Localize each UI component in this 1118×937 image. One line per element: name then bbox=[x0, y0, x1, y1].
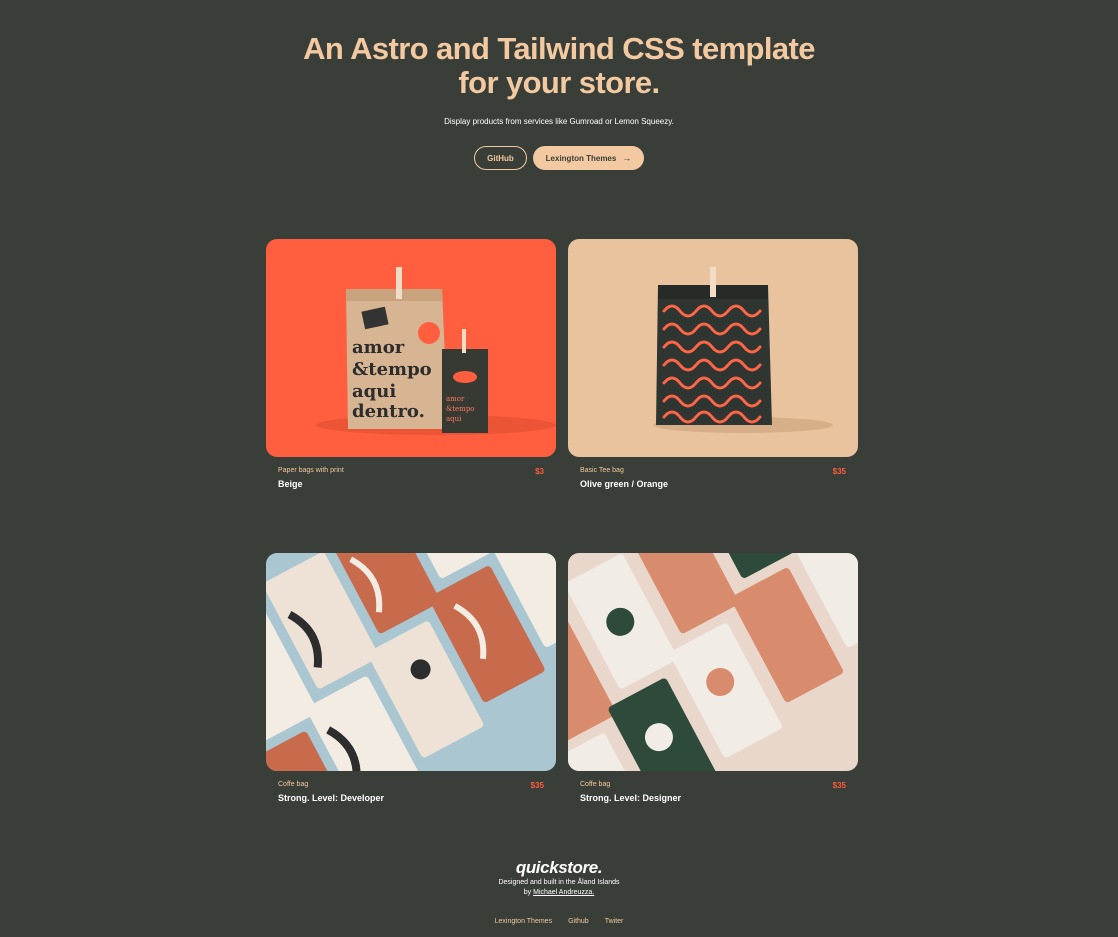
svg-text:aqui: aqui bbox=[352, 381, 396, 402]
product-price: $35 bbox=[832, 781, 846, 790]
svg-text:dentro.: dentro. bbox=[352, 401, 425, 422]
footer-author-line: by Michael Andreuzza. bbox=[0, 888, 1118, 898]
hero-buttons: GitHub Lexington Themes → bbox=[0, 146, 1118, 170]
svg-text:&tempo: &tempo bbox=[352, 359, 432, 380]
svg-text:aqui: aqui bbox=[446, 415, 462, 423]
footer-links: Lexington Themes Github Twiter bbox=[0, 918, 1118, 925]
footer-link-lexington[interactable]: Lexington Themes bbox=[495, 918, 552, 925]
product-name[interactable]: Beige bbox=[278, 479, 544, 490]
product-price: $35 bbox=[530, 781, 544, 790]
product-meta: Coffe bag Strong. Level: Designer $35 bbox=[568, 780, 858, 804]
footer-credit: Designed and built in the Åland Islands bbox=[498, 879, 620, 886]
arrow-right-icon: → bbox=[622, 153, 632, 163]
product-name[interactable]: Strong. Level: Designer bbox=[580, 793, 846, 804]
hero-section: An Astro and Tailwind CSS template for y… bbox=[0, 32, 1118, 170]
svg-text:&tempo: &tempo bbox=[446, 405, 475, 413]
product-category: Paper bags with print bbox=[278, 467, 344, 474]
product-card[interactable]: amor &tempo aqui dentro. amor &tempo aqu… bbox=[266, 239, 556, 490]
footer: quickstore. Designed and built in the Ål… bbox=[0, 858, 1118, 925]
footer-logo[interactable]: quickstore. bbox=[0, 858, 1118, 878]
product-card[interactable]: Coffe bag Strong. Level: Developer $35 bbox=[266, 553, 556, 804]
product-category: Coffe bag bbox=[580, 781, 611, 788]
svg-text:amor: amor bbox=[446, 395, 465, 403]
hero-title: An Astro and Tailwind CSS template for y… bbox=[303, 31, 815, 100]
product-meta: Basic Tee bag Olive green / Orange $35 bbox=[568, 466, 858, 490]
page: An Astro and Tailwind CSS template for y… bbox=[0, 0, 1118, 937]
product-price: $3 bbox=[535, 467, 544, 476]
product-name[interactable]: Strong. Level: Developer bbox=[278, 793, 544, 804]
product-card[interactable]: Coffe bag Strong. Level: Designer $35 bbox=[568, 553, 858, 804]
svg-text:amor: amor bbox=[352, 337, 405, 358]
product-card[interactable]: Basic Tee bag Olive green / Orange $35 bbox=[568, 239, 858, 490]
product-image[interactable] bbox=[266, 553, 556, 771]
product-category: Coffe bag bbox=[278, 781, 309, 788]
github-button-label: GitHub bbox=[487, 153, 514, 163]
footer-link-github[interactable]: Github bbox=[568, 918, 589, 925]
lexington-button-label: Lexington Themes bbox=[545, 153, 617, 163]
product-image[interactable] bbox=[568, 553, 858, 771]
product-price: $35 bbox=[832, 467, 846, 476]
product-image[interactable] bbox=[568, 239, 858, 457]
author-link[interactable]: Michael Andreuzza. bbox=[533, 889, 594, 896]
lexington-themes-button[interactable]: Lexington Themes → bbox=[533, 146, 644, 170]
footer-by: by bbox=[523, 889, 532, 896]
github-button[interactable]: GitHub bbox=[474, 146, 527, 170]
product-meta: Coffe bag Strong. Level: Developer $35 bbox=[266, 780, 556, 804]
product-image[interactable]: amor &tempo aqui dentro. amor &tempo aqu… bbox=[266, 239, 556, 457]
product-meta: Paper bags with print Beige $3 bbox=[266, 466, 556, 490]
footer-link-twitter[interactable]: Twiter bbox=[605, 918, 624, 925]
product-name[interactable]: Olive green / Orange bbox=[580, 479, 846, 490]
product-category: Basic Tee bag bbox=[580, 467, 624, 474]
hero-subtitle: Display products from services like Gumr… bbox=[444, 117, 674, 126]
